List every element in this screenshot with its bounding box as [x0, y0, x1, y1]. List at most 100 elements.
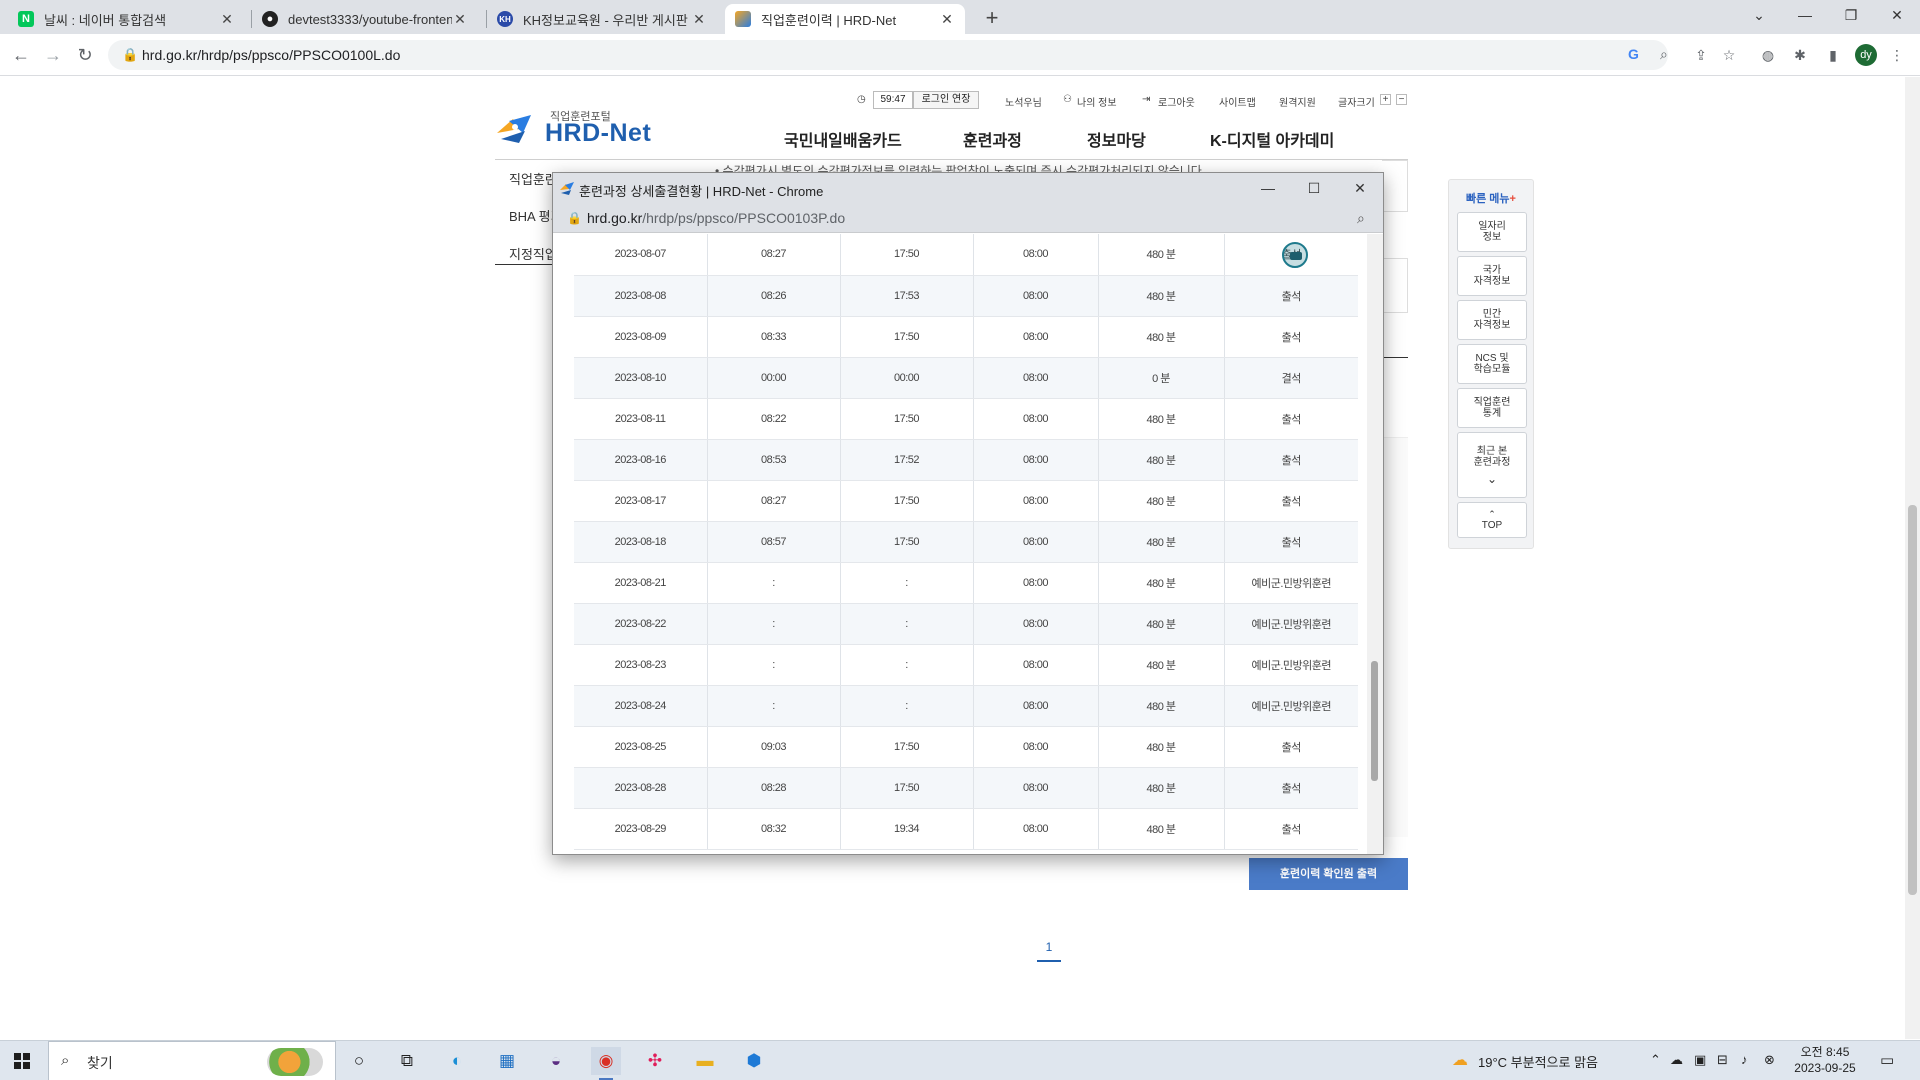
nav-k-digital[interactable]: K-디지털 아카데미 — [1210, 127, 1334, 151]
google-lens-icon[interactable]: G — [1628, 46, 1639, 62]
cell-date: 2023-08-22 — [574, 603, 708, 645]
remote-support-link[interactable]: 원격지원 — [1279, 94, 1316, 109]
cloud-icon[interactable]: ☁ — [1670, 1052, 1683, 1068]
reload-icon[interactable]: ↻ — [72, 43, 98, 69]
side-menu-item[interactable]: 지정직업 — [509, 244, 557, 263]
eclipse-icon[interactable]: ◒ — [541, 1047, 571, 1075]
cell-check-out: 17:52 — [840, 439, 974, 481]
popup-title-bar[interactable]: 훈련과정 상세출결현황 | HRD-Net - Chrome — ☐ ✕ — [553, 173, 1383, 203]
logo-title[interactable]: HRD-Net — [545, 119, 651, 148]
nav-info[interactable]: 정보마당 — [1087, 127, 1146, 151]
popup-url-path: /hrdp/ps/ppsco/PPSCO0103P.do — [642, 210, 846, 226]
volume-icon[interactable]: ♪ — [1741, 1052, 1748, 1067]
weather-icon[interactable]: ☁ — [1452, 1050, 1468, 1070]
tab-title: 날씨 : 네이버 통합검색 — [44, 12, 167, 28]
notification-icon[interactable]: ▭ — [1880, 1051, 1894, 1069]
quick-menu: 빠른 메뉴+ 일자리 정보 국가 자격정보 민간 자격정보 NCS 및 학습모듈… — [1448, 179, 1534, 549]
zoom-icon[interactable]: ⌕ — [1357, 210, 1365, 227]
attendance-table: 2023-08-07 08:27 17:50 08:00 480 분 출석 2023-08-… — [574, 234, 1358, 850]
popup-maximize-button[interactable]: ☐ — [1291, 173, 1337, 203]
restore-button[interactable]: ❐ — [1828, 0, 1874, 30]
windows-taskbar: ⌕ 찾기 ○ ⧉ ◐ ▦ ◒ ◉ ✣ ▬ ⬢ ☁ 19°C 부분적으로 맑음 ⌃… — [0, 1040, 1920, 1080]
tab-kh-board[interactable]: KH KH정보교육원 - 우리반 게시판 ✕ — [487, 4, 717, 34]
quick-menu-national-cert[interactable]: 국가 자격정보 — [1457, 256, 1527, 296]
logout-link[interactable]: 로그아웃 — [1158, 94, 1195, 109]
sitemap-link[interactable]: 사이트맵 — [1219, 94, 1256, 109]
minimize-button[interactable]: — — [1782, 0, 1828, 30]
taskbar-search-box[interactable]: ⌕ 찾기 — [48, 1041, 336, 1080]
new-tab-button[interactable]: + — [978, 5, 1006, 33]
popup-scrollbar-thumb[interactable] — [1371, 661, 1378, 781]
zoom-icon[interactable]: ⌕ — [1660, 46, 1668, 63]
close-tab-icon[interactable]: ✕ — [219, 11, 235, 28]
side-panel-icon[interactable]: ▮ — [1822, 44, 1844, 66]
nav-naeil-card[interactable]: 국민내일배움카드 — [784, 127, 902, 151]
sourcetree-icon[interactable]: ⬢ — [739, 1047, 769, 1075]
edge-icon[interactable]: ◐ — [442, 1047, 472, 1075]
slack-icon[interactable]: ✣ — [640, 1047, 670, 1075]
hrd-logo-icon[interactable] — [495, 111, 537, 145]
cortana-icon[interactable]: ○ — [344, 1047, 374, 1075]
windows-start-icon[interactable] — [14, 1053, 30, 1069]
nav-training-course[interactable]: 훈련과정 — [963, 127, 1022, 151]
tab-github[interactable]: ● devtest3333/youtube-frontend ✕ — [252, 4, 478, 34]
tab-naver-weather[interactable]: N 날씨 : 네이버 통합검색 ✕ — [8, 4, 245, 34]
close-window-button[interactable]: ✕ — [1874, 0, 1920, 30]
print-history-button[interactable]: 훈련이력 확인원 출력 — [1249, 858, 1408, 890]
tab-hrd-net[interactable]: 직업훈련이력 | HRD-Net ✕ — [725, 4, 965, 34]
popup-address-bar[interactable]: 🔒 hrd.go.kr/hrdp/ps/ppsco/PPSCO0103P.do … — [553, 203, 1383, 233]
network-icon[interactable]: ⊟ — [1717, 1052, 1728, 1068]
extension-globe-icon[interactable]: ◍ — [1757, 44, 1779, 66]
popup-scrollbar[interactable] — [1367, 234, 1383, 854]
file-explorer-icon[interactable]: ▬ — [690, 1047, 720, 1075]
quick-menu-jobs[interactable]: 일자리 정보 — [1457, 212, 1527, 252]
page-number[interactable]: 1 — [1037, 940, 1061, 954]
menu-kebab-icon[interactable]: ⋮ — [1886, 44, 1908, 66]
side-menu-item[interactable]: 직업훈련 — [509, 169, 557, 188]
ime-icon[interactable]: ⊗ — [1764, 1052, 1775, 1068]
font-decrease-button[interactable]: − — [1396, 94, 1407, 105]
quick-menu-private-cert[interactable]: 민간 자격정보 — [1457, 300, 1527, 340]
chrome-icon[interactable]: ◉ — [591, 1047, 621, 1080]
address-bar[interactable]: 🔒 hrd.go.kr/hrdp/ps/ppsco/PPSCO0100L.do … — [108, 40, 1668, 70]
share-icon[interactable]: ⇪ — [1690, 44, 1712, 66]
microsoft-store-icon[interactable]: ▦ — [492, 1047, 522, 1075]
address-url: hrd.go.kr/hrdp/ps/ppsco/PPSCO0100L.do — [142, 47, 401, 63]
cell-hours: 08:00 — [973, 275, 1099, 317]
bookmark-star-icon[interactable]: ☆ — [1718, 44, 1740, 66]
close-tab-icon[interactable]: ✕ — [452, 11, 468, 28]
system-clock[interactable]: 오전 8:45 2023-09-25 — [1786, 1044, 1864, 1076]
cell-hours: 08:00 — [973, 439, 1099, 481]
close-tab-icon[interactable]: ✕ — [691, 11, 707, 28]
chevron-down-icon[interactable]: ⌄ — [1487, 473, 1497, 485]
extensions-puzzle-icon[interactable]: ✱ — [1789, 44, 1811, 66]
extend-login-button[interactable]: 로그인 연장 — [913, 91, 979, 109]
page-scrollbar[interactable] — [1905, 77, 1920, 1039]
quick-menu-statistics[interactable]: 직업훈련 통계 — [1457, 388, 1527, 428]
quick-menu-ncs[interactable]: NCS 및 학습모듈 — [1457, 344, 1527, 384]
my-info-link[interactable]: 나의 정보 — [1077, 94, 1117, 109]
github-icon: ● — [262, 11, 278, 27]
forward-icon[interactable]: → — [40, 43, 66, 69]
weather-text[interactable]: 19°C 부분적으로 맑음 — [1478, 1052, 1598, 1071]
popup-minimize-button[interactable]: — — [1245, 173, 1291, 203]
tab-search-icon[interactable]: ⌄ — [1736, 0, 1782, 30]
cell-hours: 08:00 — [973, 767, 1099, 809]
close-tab-icon[interactable]: ✕ — [939, 11, 955, 28]
cell-date: 2023-08-10 — [574, 357, 708, 399]
cell-hours: 08:00 — [973, 644, 1099, 686]
popup-close-button[interactable]: ✕ — [1337, 173, 1383, 203]
quick-menu-recent-courses[interactable]: 최근 본 훈련과정 ⌄ — [1457, 432, 1527, 498]
display-icon[interactable]: ▣ — [1694, 1052, 1706, 1068]
cell-minutes: 480 분 — [1098, 808, 1225, 850]
cell-check-in: 08:33 — [707, 316, 841, 358]
back-icon[interactable]: ← — [8, 43, 34, 69]
top-button[interactable]: ⌃ TOP — [1457, 502, 1527, 538]
chevron-up-icon[interactable]: ⌃ — [1650, 1052, 1661, 1068]
font-increase-button[interactable]: + — [1380, 94, 1391, 105]
cell-check-in: : — [707, 685, 841, 727]
profile-avatar[interactable]: dy — [1855, 44, 1877, 66]
user-name-link[interactable]: 노석우님 — [1005, 94, 1042, 109]
task-view-icon[interactable]: ⧉ — [392, 1047, 422, 1075]
page-scrollbar-thumb[interactable] — [1908, 505, 1917, 895]
